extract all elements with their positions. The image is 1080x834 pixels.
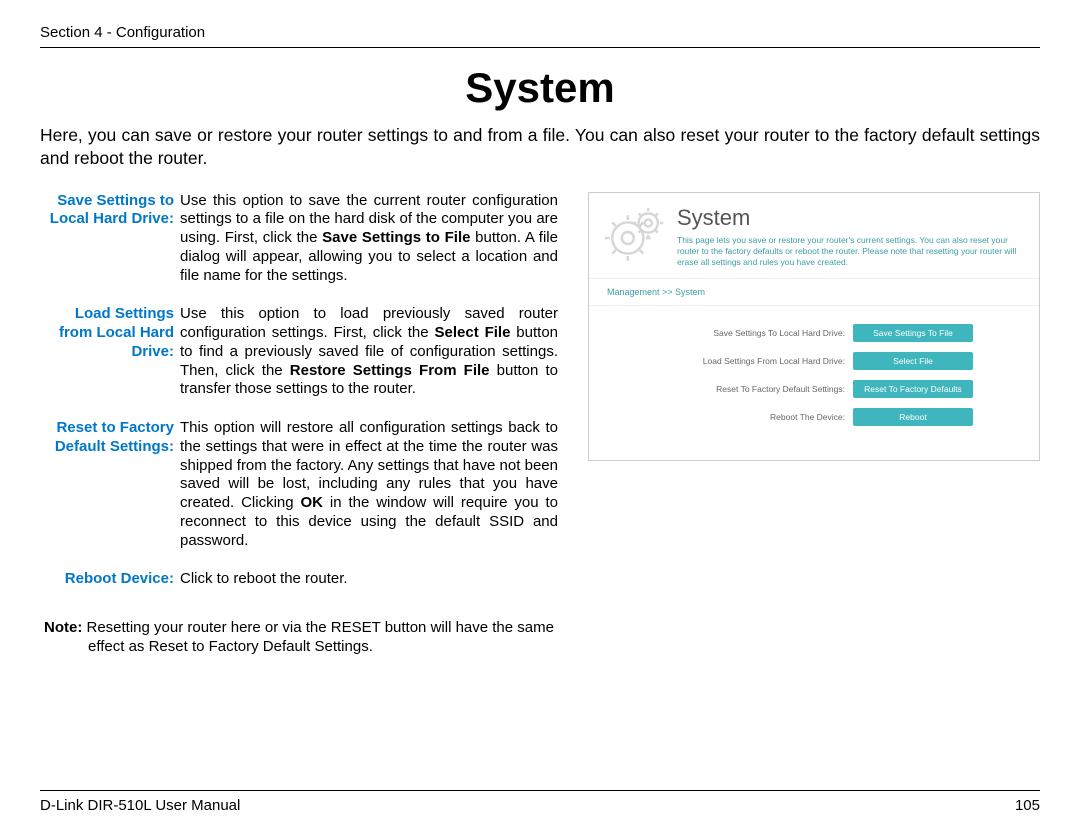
- intro-text: Here, you can save or restore your route…: [40, 124, 1040, 170]
- definitions: Save Settings to Local Hard Drive: Use t…: [40, 192, 558, 657]
- page-title: System: [40, 64, 1040, 112]
- panel-row-reboot: Reboot The Device: Reboot: [589, 408, 1039, 426]
- save-settings-button[interactable]: Save Settings To File: [853, 324, 973, 342]
- panel-row-load: Load Settings From Local Hard Drive: Sel…: [589, 352, 1039, 370]
- panel-label: Reboot The Device:: [655, 412, 845, 422]
- page-footer: D-Link DIR-510L User Manual 105: [40, 790, 1040, 814]
- note: Note: Resetting your router here or via …: [40, 619, 558, 657]
- def-desc: Use this option to save the current rout…: [180, 192, 558, 286]
- panel-title: System: [677, 205, 1023, 231]
- router-screenshot: System This page lets you save or restor…: [588, 192, 1040, 461]
- def-reset: Reset to Factory Default Settings: This …: [40, 419, 558, 550]
- def-term: Reset to Factory Default Settings:: [40, 419, 180, 550]
- def-desc: This option will restore all configurati…: [180, 419, 558, 550]
- panel-subtitle: This page lets you save or restore your …: [677, 235, 1023, 268]
- def-reboot: Reboot Device: Click to reboot the route…: [40, 570, 558, 589]
- def-term: Save Settings to Local Hard Drive:: [40, 192, 180, 286]
- reboot-button[interactable]: Reboot: [853, 408, 973, 426]
- panel-row-reset: Reset To Factory Default Settings: Reset…: [589, 380, 1039, 398]
- t: Restore Settings From File: [290, 362, 490, 379]
- def-load: Load Settings from Local Hard Drive: Use…: [40, 305, 558, 399]
- t: Select File: [435, 324, 511, 341]
- panel-body: Save Settings To Local Hard Drive: Save …: [589, 306, 1039, 460]
- panel-label: Save Settings To Local Hard Drive:: [655, 328, 845, 338]
- footer-page-number: 105: [1015, 797, 1040, 814]
- page-header: Section 4 - Configuration: [40, 24, 1040, 48]
- panel-header: System This page lets you save or restor…: [589, 193, 1039, 279]
- gear-icon: [605, 205, 665, 265]
- note-label: Note:: [44, 619, 82, 636]
- t: OK: [301, 494, 324, 511]
- panel-label: Load Settings From Local Hard Drive:: [655, 356, 845, 366]
- t: Save Settings to File: [322, 229, 470, 246]
- select-file-button[interactable]: Select File: [853, 352, 973, 370]
- def-save: Save Settings to Local Hard Drive: Use t…: [40, 192, 558, 286]
- note-text: Resetting your router here or via the RE…: [82, 619, 554, 655]
- footer-left: D-Link DIR-510L User Manual: [40, 797, 240, 814]
- breadcrumb: Management >> System: [589, 279, 1039, 306]
- def-term: Load Settings from Local Hard Drive:: [40, 305, 180, 399]
- def-desc: Use this option to load previously saved…: [180, 305, 558, 399]
- reset-defaults-button[interactable]: Reset To Factory Defaults: [853, 380, 973, 398]
- panel-row-save: Save Settings To Local Hard Drive: Save …: [589, 324, 1039, 342]
- def-term: Reboot Device:: [40, 570, 180, 589]
- panel-label: Reset To Factory Default Settings:: [655, 384, 845, 394]
- def-desc: Click to reboot the router.: [180, 570, 558, 589]
